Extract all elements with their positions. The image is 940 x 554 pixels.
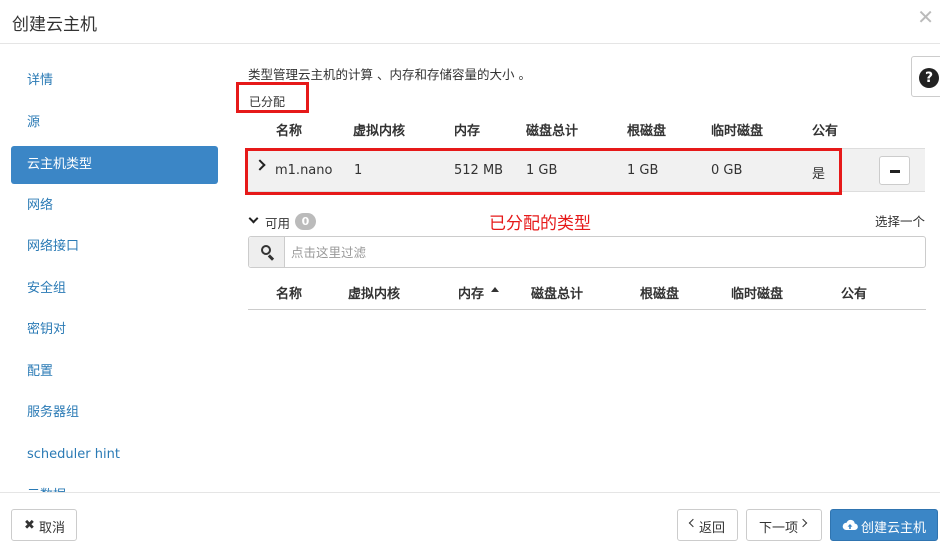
cancel-button[interactable]: ✖ 取消 xyxy=(11,509,77,541)
close-icon[interactable]: ✕ xyxy=(917,5,934,29)
back-button-label: 返回 xyxy=(699,521,726,536)
sidebar-item-security-groups[interactable]: 安全组 xyxy=(11,270,218,308)
allocated-col-memory: 内存 xyxy=(454,124,481,139)
allocated-row-name: m1.nano xyxy=(275,163,333,178)
available-col-name[interactable]: 名称 xyxy=(276,283,302,302)
chevron-down-icon[interactable] xyxy=(248,213,259,224)
sidebar-item-flavor[interactable]: 云主机类型 xyxy=(11,146,218,184)
help-button[interactable]: ? xyxy=(911,56,940,97)
modal-title: 创建云主机 xyxy=(12,15,97,35)
available-col-vcpus[interactable]: 虚拟内核 xyxy=(348,283,400,302)
search-icon xyxy=(249,237,285,267)
sidebar-item-server-groups[interactable]: 服务器组 xyxy=(11,394,218,432)
available-count-badge: 0 xyxy=(295,213,316,230)
available-col-disk-total[interactable]: 磁盘总计 xyxy=(531,283,583,302)
available-col-root-disk[interactable]: 根磁盘 xyxy=(640,283,679,302)
allocated-col-vcpus: 虚拟内核 xyxy=(353,124,406,139)
sidebar-item-scheduler-hint[interactable]: scheduler hint xyxy=(11,436,218,474)
times-icon: ✖ xyxy=(24,518,35,533)
question-icon: ? xyxy=(919,68,939,88)
sidebar-item-details[interactable]: 详情 xyxy=(11,62,218,100)
sidebar-item-configuration[interactable]: 配置 xyxy=(11,353,218,391)
sidebar-item-metadata[interactable]: 元数据 xyxy=(11,477,218,492)
annotation-text: 已分配的类型 xyxy=(489,214,591,234)
flavor-description: 类型管理云主机的计算 、内存和存储容量的大小 。 xyxy=(248,67,531,82)
launch-instance-button-label: 创建云主机 xyxy=(861,521,927,536)
modal-header: 创建云主机 ✕ xyxy=(0,0,940,44)
allocated-row-public: 是 xyxy=(812,167,826,182)
sidebar-item-networks[interactable]: 网络 xyxy=(11,187,218,225)
allocated-row-root-disk: 1 GB xyxy=(627,163,659,178)
filter-search-group xyxy=(248,236,926,268)
filter-input[interactable] xyxy=(286,237,924,267)
allocated-col-root-disk: 根磁盘 xyxy=(627,124,667,139)
allocated-row-ephemeral-disk: 0 GB xyxy=(711,163,743,178)
wizard-sidebar: 详情 源 云主机类型 网络 网络接口 安全组 密钥对 配置 服务器组 sched… xyxy=(0,44,230,492)
next-button-label: 下一项 xyxy=(759,521,799,536)
next-button[interactable]: 下一项 xyxy=(746,509,822,541)
sidebar-item-source[interactable]: 源 xyxy=(11,104,218,142)
available-section-label[interactable]: 可用 xyxy=(265,213,290,232)
allocated-col-ephemeral-disk: 临时磁盘 xyxy=(711,124,764,139)
back-button[interactable]: 返回 xyxy=(677,509,738,541)
deallocate-button[interactable] xyxy=(879,156,910,185)
allocated-col-public: 公有 xyxy=(812,124,839,139)
cancel-button-label: 取消 xyxy=(39,521,66,536)
sidebar-item-key-pair[interactable]: 密钥对 xyxy=(11,311,218,349)
allocated-row-memory: 512 MB xyxy=(454,163,504,178)
allocated-col-disk-total: 磁盘总计 xyxy=(526,124,579,139)
sort-up-icon xyxy=(491,287,499,292)
available-col-ephemeral-disk[interactable]: 临时磁盘 xyxy=(731,283,783,302)
select-one-hint: 选择一个 xyxy=(875,214,926,229)
launch-instance-button[interactable]: 创建云主机 xyxy=(830,509,938,541)
available-col-memory[interactable]: 内存 xyxy=(458,283,484,302)
cloud-upload-icon xyxy=(842,519,858,531)
available-col-public[interactable]: 公有 xyxy=(841,283,867,302)
allocated-row-vcpus: 1 xyxy=(354,163,363,178)
sidebar-item-network-ports[interactable]: 网络接口 xyxy=(11,228,218,266)
allocated-col-name: 名称 xyxy=(276,124,303,139)
available-header-divider xyxy=(248,309,926,310)
allocated-section-label: 已分配 xyxy=(249,95,286,109)
allocated-row-disk-total: 1 GB xyxy=(526,163,558,178)
